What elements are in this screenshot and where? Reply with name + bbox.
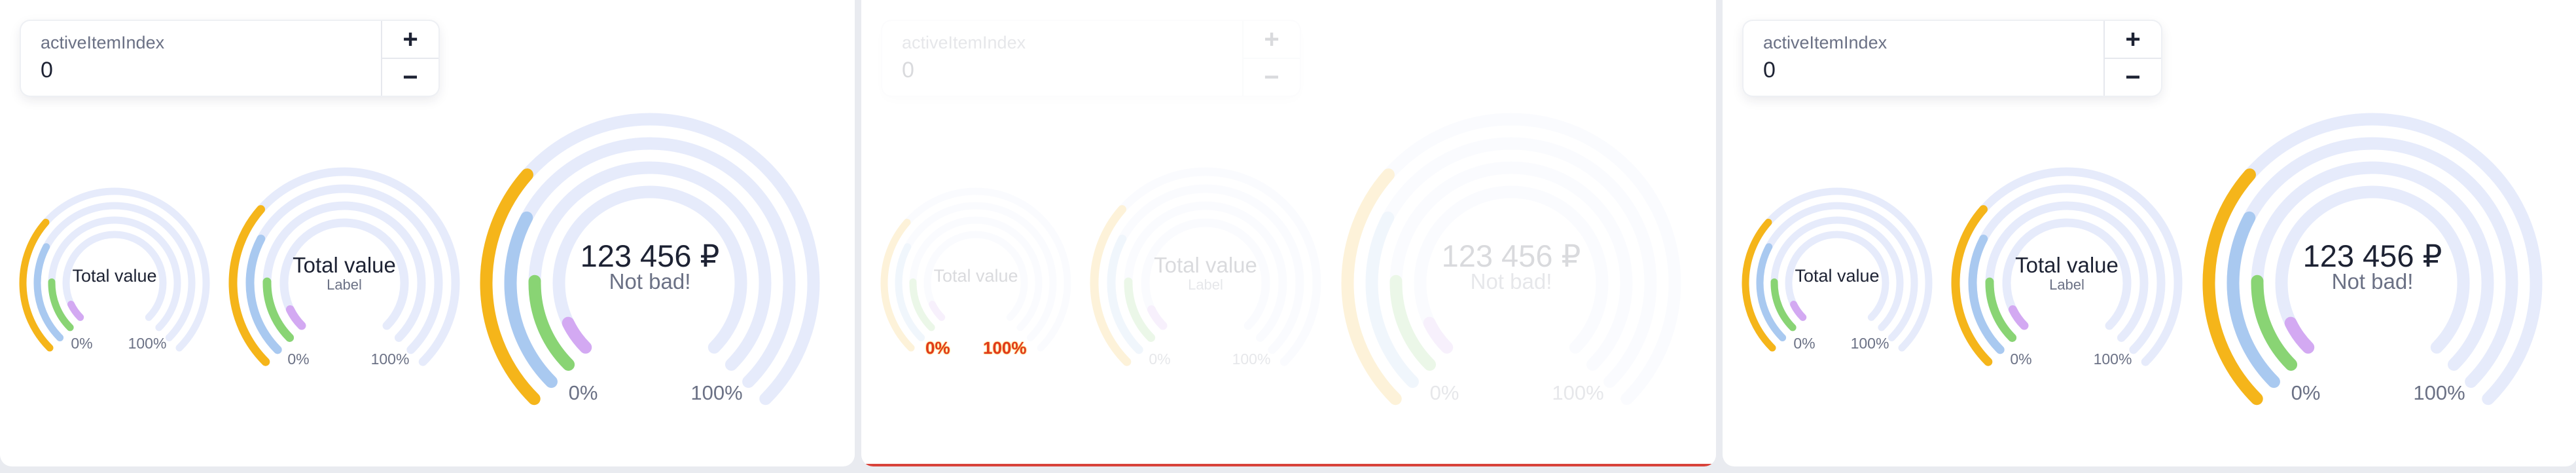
ring-segment-4[interactable] xyxy=(285,305,306,330)
min-tick-label: 0% xyxy=(1793,335,1815,352)
ring-label-text: Label xyxy=(327,276,362,293)
ring-chart-3[interactable]: 123 456 ₽Not bad! 0% 100% xyxy=(480,113,820,406)
max-tick-label: 100% xyxy=(1851,335,1889,352)
ring-label-text: Not bad! xyxy=(2332,269,2414,293)
ring-segment-4[interactable] xyxy=(562,316,592,354)
ring-value-text: Total value xyxy=(933,266,1018,286)
max-tick-label: 100% xyxy=(128,335,167,352)
ring-chart-svg: Total value0% 100%Total valueLabel0% 100%1… xyxy=(19,113,820,406)
min-tick-label: 0% xyxy=(287,350,309,368)
ring-chart-3[interactable]: 123 456 ₽Not bad! 0% 100% xyxy=(2202,113,2543,406)
ring-label-text: Not bad! xyxy=(609,269,691,293)
ring-segment-4[interactable] xyxy=(1790,301,1807,321)
ring-segment-4[interactable] xyxy=(67,301,84,321)
ring-chart-1[interactable]: Total value xyxy=(880,187,1071,352)
max-tick-label: 100% xyxy=(1552,381,1603,404)
bottom-indicator-line xyxy=(861,464,1716,466)
ring-value-text: Total value xyxy=(72,266,156,286)
min-tick-label: 0% xyxy=(2291,381,2321,404)
min-tick-label: 0% xyxy=(71,335,92,352)
max-tick-label: 100% xyxy=(1232,350,1271,368)
demo-panel-3: activeItemIndex 0 + − Total value 0% 100% To… xyxy=(1723,0,2576,466)
demo-panel-1: activeItemIndex 0 + − Total value 0% 100% To… xyxy=(0,0,855,466)
max-tick-label: 100% xyxy=(371,350,410,368)
ring-label-text: Not bad! xyxy=(1471,269,1552,293)
min-tick-label: 0% xyxy=(569,381,598,404)
ring-chart-svg: Total value Total valueLabel0% 100%123 456… xyxy=(880,113,1681,406)
ring-chart-3[interactable]: 123 456 ₽Not bad! 0% 100% xyxy=(1341,113,1681,406)
min-tick-label: 0% xyxy=(1149,350,1170,368)
ring-segment-4[interactable] xyxy=(929,301,946,321)
ring-segment-4[interactable] xyxy=(2284,316,2315,354)
ring-value-text: Total value xyxy=(293,253,396,277)
ring-label-text: Label xyxy=(1188,276,1223,293)
ring-chart-2[interactable]: Total valueLabel 0% 100% xyxy=(1090,167,1321,368)
ring-chart-2[interactable]: Total valueLabel 0% 100% xyxy=(228,167,460,368)
max-tick-label: 100% xyxy=(2094,350,2132,368)
ring-value-text: Total value xyxy=(1154,253,1257,277)
ring-segment-4[interactable] xyxy=(1147,305,1168,330)
ring-value-text: Total value xyxy=(2015,253,2119,277)
max-tick-label: 100% xyxy=(2413,381,2465,404)
min-tick-label: 0% xyxy=(925,338,950,358)
ring-value-text: 123 456 ₽ xyxy=(581,238,720,273)
ring-chart-1[interactable]: Total value 0% 100% xyxy=(19,187,210,352)
ring-segment-4[interactable] xyxy=(2008,305,2029,330)
demo-panel-2: activeItemIndex 0 + − Total value Total va… xyxy=(861,0,1716,466)
ring-value-text: 123 456 ₽ xyxy=(1442,238,1581,273)
min-tick-label: 0% xyxy=(2010,350,2031,368)
ring-value-text: Total value xyxy=(1795,266,1879,286)
ring-chart-svg: Total value0% 100%Total valueLabel0% 100%1… xyxy=(1742,113,2543,406)
ring-value-text: 123 456 ₽ xyxy=(2303,238,2442,273)
ring-label-text: Label xyxy=(2049,276,2084,293)
max-tick-label: 100% xyxy=(983,338,1027,358)
min-tick-label: 0% xyxy=(1430,381,1459,404)
ring-segment-4[interactable] xyxy=(1423,316,1454,354)
ring-chart-2[interactable]: Total valueLabel 0% 100% xyxy=(1951,167,2183,368)
max-tick-label: 100% xyxy=(690,381,742,404)
ring-chart-1[interactable]: Total value 0% 100% xyxy=(1742,187,1933,352)
